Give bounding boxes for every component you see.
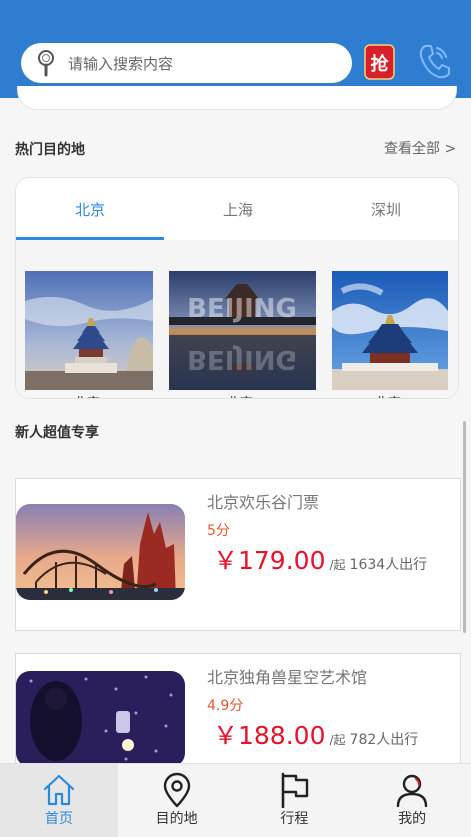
product-image[interactable] bbox=[16, 671, 185, 767]
destination-image[interactable] bbox=[25, 271, 153, 390]
phone-icon[interactable] bbox=[417, 42, 451, 80]
location-pin-icon bbox=[159, 772, 195, 808]
product-price: ￥188.00 bbox=[213, 721, 326, 750]
tabbar-item-profile[interactable]: 我的 bbox=[353, 764, 471, 837]
product-rating: 4.9分 bbox=[207, 698, 244, 714]
tabbar-item-itinerary[interactable]: 行程 bbox=[236, 764, 354, 837]
search-input[interactable]: 请输入搜索内容 bbox=[68, 53, 173, 74]
traveler-count: 1634人出行 bbox=[349, 557, 428, 573]
search-bar[interactable]: 请输入搜索内容 bbox=[21, 43, 352, 83]
product-title: 北京独角兽星空艺术馆 bbox=[207, 668, 368, 687]
home-icon bbox=[41, 772, 77, 808]
app-header: 请输入搜索内容 抢 bbox=[0, 0, 471, 98]
hot-destinations-title: 热门目的地 bbox=[15, 142, 85, 158]
tabbar-item-destinations[interactable]: 目的地 bbox=[118, 764, 236, 837]
product-price: ￥179.00 bbox=[213, 546, 326, 575]
destination-caption: 北京 bbox=[375, 392, 401, 398]
tabbar-label: 我的 bbox=[398, 811, 427, 827]
product-price-row: ￥188.00/起 782人出行 bbox=[213, 716, 418, 752]
see-all-link[interactable]: 查看全部 > bbox=[384, 138, 456, 158]
tab-shanghai[interactable]: 上海 bbox=[164, 178, 312, 240]
price-unit: /起 bbox=[329, 733, 346, 747]
flag-icon bbox=[276, 772, 312, 809]
beijing-watermark-reflection: BEIJING bbox=[187, 344, 297, 374]
product-price-row: ￥179.00/起 1634人出行 bbox=[213, 541, 427, 577]
destination-caption: 北京 bbox=[74, 392, 100, 398]
tab-beijing[interactable]: 北京 bbox=[16, 178, 164, 240]
destination-list: BEIJING BEIJING bbox=[16, 240, 458, 398]
product-card[interactable]: 北京欢乐谷门票 5分 ￥179.00/起 1634人出行 bbox=[15, 478, 461, 631]
tabbar-label: 首页 bbox=[44, 811, 73, 827]
tab-shenzhen[interactable]: 深圳 bbox=[312, 178, 458, 240]
destination-image[interactable] bbox=[332, 271, 448, 390]
newcomer-deals-title: 新人超值专享 bbox=[15, 425, 99, 441]
search-icon bbox=[36, 49, 56, 77]
destination-caption: 北京 bbox=[227, 392, 253, 398]
flash-sale-label: 抢 bbox=[371, 53, 390, 75]
product-rating: 5分 bbox=[207, 523, 230, 539]
scrollbar[interactable] bbox=[463, 421, 466, 633]
tabbar-label: 行程 bbox=[280, 811, 309, 827]
city-tabs: 北京 上海 深圳 bbox=[16, 178, 458, 240]
product-image[interactable] bbox=[16, 504, 185, 600]
banner-carousel[interactable] bbox=[17, 86, 457, 110]
destination-image[interactable]: BEIJING BEIJING bbox=[169, 271, 316, 390]
tabbar-label: 目的地 bbox=[155, 811, 198, 827]
bottom-tab-bar: 首页 目的地 行程 我的 bbox=[0, 763, 471, 837]
beijing-watermark: BEIJING bbox=[187, 294, 297, 324]
user-icon bbox=[394, 772, 430, 808]
traveler-count: 782人出行 bbox=[349, 732, 419, 748]
hot-destinations-card: 北京 上海 深圳 BEIJING BEIJING bbox=[15, 177, 459, 399]
price-unit: /起 bbox=[329, 558, 346, 572]
product-title: 北京欢乐谷门票 bbox=[207, 493, 320, 512]
tabbar-item-home[interactable]: 首页 bbox=[0, 764, 118, 837]
flash-sale-icon[interactable]: 抢 bbox=[364, 44, 395, 80]
